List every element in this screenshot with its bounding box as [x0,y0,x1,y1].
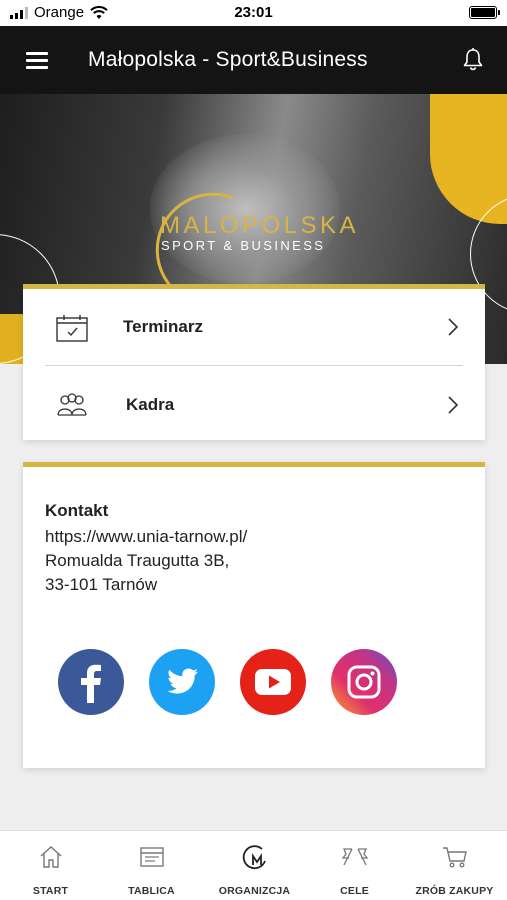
app-header: Małopolska - Sport&Business [0,26,507,94]
twitter-button[interactable] [149,649,215,715]
clock: 23:01 [234,4,273,21]
contact-title: Kontakt [45,501,109,520]
board-icon [139,847,164,867]
team-icon [57,393,87,416]
nav-start[interactable]: START [0,831,101,900]
menu-card: Terminarz Kadra [23,284,485,440]
flags-icon [341,848,368,866]
chevron-right-icon [448,396,459,414]
nav-label: ZRÓB ZAKUPY [415,885,494,897]
cart-icon [442,847,467,868]
nav-label: TABLICA [128,885,175,897]
logo-title: MALOPOLSKA [160,212,360,239]
instagram-button[interactable] [331,649,397,715]
home-icon [40,846,61,868]
menu-item-terminarz[interactable]: Terminarz [23,289,485,365]
instagram-icon [331,649,397,715]
facebook-icon [58,649,124,715]
menu-item-kadra[interactable]: Kadra [23,367,485,443]
battery-icon [469,6,500,19]
nav-cele[interactable]: CELE [307,831,402,900]
chevron-right-icon [448,318,459,336]
menu-item-label: Kadra [126,395,175,414]
calendar-icon [56,315,88,342]
page-title: Małopolska - Sport&Business [88,48,368,71]
twitter-icon [149,649,215,715]
youtube-icon [240,649,306,715]
menu-item-label: Terminarz [123,317,203,336]
menu-icon[interactable] [26,52,48,69]
bell-icon[interactable] [459,46,487,74]
bottom-nav: START TABLICA ORGANIZCJA CELE ZRÓB ZAKUP… [0,830,507,900]
divider [45,365,463,366]
facebook-button[interactable] [58,649,124,715]
contact-card: Kontakt https://www.unia-tarnow.pl/ Romu… [23,462,485,768]
nav-label: CELE [340,885,369,897]
status-bar: Orange 23:01 [0,0,507,26]
nav-label: ORGANIZCJA [218,885,291,897]
contact-address-line2: 33-101 Tarnów [45,575,158,594]
nav-tablica[interactable]: TABLICA [101,831,202,900]
logo-subtitle: SPORT & BUSINESS [161,238,326,253]
nav-label: START [32,885,69,897]
organization-icon [242,845,266,870]
contact-address-line1: Romualda Traugutta 3B, [45,551,230,570]
youtube-button[interactable] [240,649,306,715]
nav-organizcja[interactable]: ORGANIZCJA [202,831,307,900]
nav-zrob-zakupy[interactable]: ZRÓB ZAKUPY [402,831,507,900]
contact-url[interactable]: https://www.unia-tarnow.pl/ [45,527,247,547]
